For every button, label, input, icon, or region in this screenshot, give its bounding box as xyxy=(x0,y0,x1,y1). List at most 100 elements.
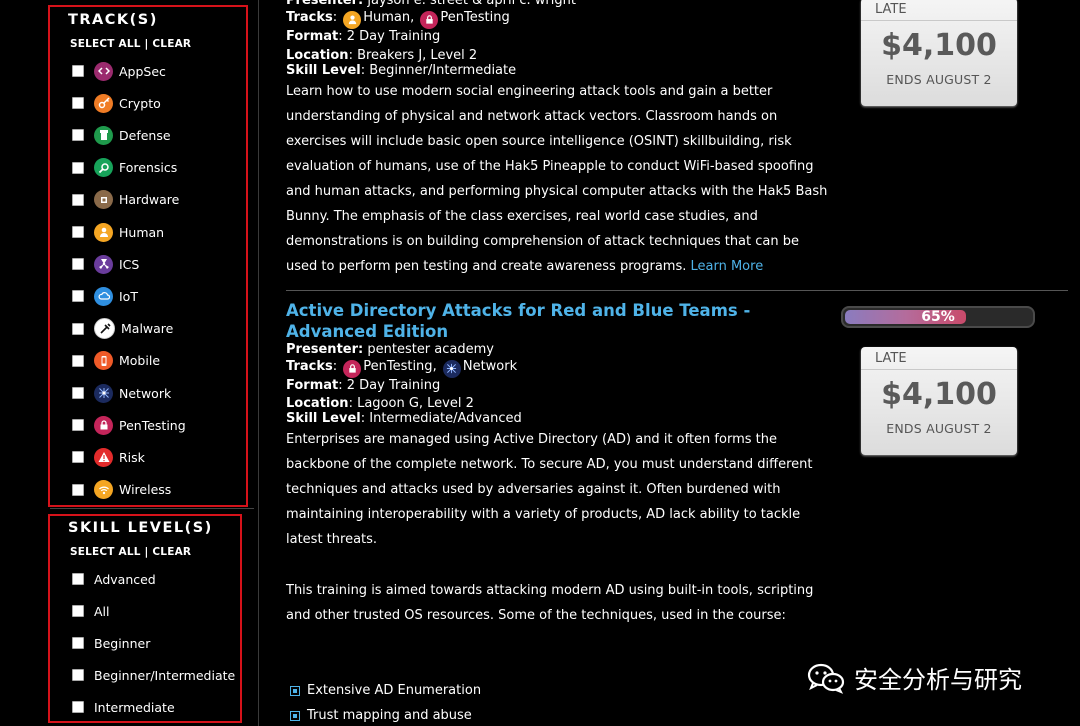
track-filter-crypto[interactable]: Crypto xyxy=(72,91,161,115)
track-label: Malware xyxy=(121,321,174,337)
track-filter-appsec[interactable]: AppSec xyxy=(72,59,166,83)
track-filter-iot[interactable]: IoT xyxy=(72,284,138,308)
lock-icon xyxy=(343,359,362,378)
learn-more-link[interactable]: Learn More xyxy=(691,259,764,274)
tracks-label: Tracks xyxy=(286,10,333,25)
format-value: 2 Day Training xyxy=(346,29,441,44)
location-label: Location xyxy=(286,396,349,411)
checkbox[interactable] xyxy=(72,290,84,303)
skill-select-all-link[interactable]: SELECT ALL xyxy=(70,546,141,558)
track-filter-hardware[interactable]: Hardware xyxy=(72,188,179,212)
track-label: ICS xyxy=(119,256,140,272)
tracks-select-separator: | xyxy=(144,38,149,50)
track-label: Risk xyxy=(119,449,145,465)
checkbox[interactable] xyxy=(72,451,84,464)
course1-presenter-line: Presenter: jayson e. street & april c. w… xyxy=(286,0,576,9)
track-label: Human xyxy=(119,224,165,240)
course2-title-link[interactable]: Active Directory Attacks for Red and Blu… xyxy=(286,300,826,342)
skill-value: Intermediate/Advanced xyxy=(369,411,522,426)
track-filter-risk[interactable]: Risk xyxy=(72,445,145,469)
course1-description: Learn how to use modern social engineeri… xyxy=(286,79,831,279)
phone-icon xyxy=(94,351,113,371)
checkbox[interactable] xyxy=(72,637,84,649)
skill-label: Skill Level xyxy=(286,63,361,78)
checkbox[interactable] xyxy=(72,573,84,585)
watermark-text: 安全分析与研究 xyxy=(854,666,1022,694)
course1-price-card[interactable]: LATE $4,100 ENDS AUGUST 2 xyxy=(861,0,1017,106)
course2-seats-progress: 65% xyxy=(841,306,1035,328)
track-label: Crypto xyxy=(119,95,161,111)
presenter-label: Presenter: xyxy=(286,342,364,357)
course2-track-network[interactable]: Network xyxy=(463,359,517,374)
track-filter-forensics[interactable]: Forensics xyxy=(72,156,177,180)
format-value: 2 Day Training xyxy=(346,378,441,393)
person-icon xyxy=(94,222,113,242)
checkbox[interactable] xyxy=(72,354,84,367)
skill-label: All xyxy=(94,603,110,619)
track-filter-human[interactable]: Human xyxy=(72,220,164,244)
presenter-name: pentester academy xyxy=(367,342,494,357)
track-separator: , xyxy=(410,10,415,25)
course1-location-line: Location: Breakers J, Level 2 xyxy=(286,48,478,63)
skill-filter-item[interactable]: Advanced xyxy=(72,567,156,591)
bullet-icon xyxy=(290,710,300,721)
bullet-icon xyxy=(290,685,300,696)
course2-price-card[interactable]: LATE $4,100 ENDS AUGUST 2 xyxy=(861,347,1017,455)
network-icon xyxy=(94,383,113,403)
checkbox[interactable] xyxy=(72,419,84,432)
checkbox[interactable] xyxy=(72,258,84,271)
checkbox[interactable] xyxy=(72,387,84,399)
skill-clear-link[interactable]: CLEAR xyxy=(152,546,191,558)
format-label: Format xyxy=(286,378,339,393)
tracks-filter-title: TRACK(S) xyxy=(68,12,158,28)
checkbox[interactable] xyxy=(72,129,84,142)
progress-label: 65% xyxy=(921,309,955,325)
checkbox[interactable] xyxy=(72,701,84,713)
track-filter-mobile[interactable]: Mobile xyxy=(72,349,160,373)
checkbox[interactable] xyxy=(72,483,84,496)
track-label: PenTesting xyxy=(119,417,186,433)
tracks-clear-link[interactable]: CLEAR xyxy=(152,38,191,50)
wechat-icon xyxy=(807,663,845,694)
checkbox[interactable] xyxy=(72,322,84,335)
course2-track-pentesting[interactable]: PenTesting xyxy=(363,359,432,374)
checkbox[interactable] xyxy=(72,193,84,206)
network-icon xyxy=(442,359,461,378)
track-filter-network[interactable]: Network xyxy=(72,381,171,405)
tracks-select-row: SELECT ALL | CLEAR xyxy=(70,38,191,50)
tracks-select-all-link[interactable]: SELECT ALL xyxy=(70,38,141,50)
wifi-icon xyxy=(94,480,113,500)
tracks-label: Tracks xyxy=(286,359,333,374)
filter-divider xyxy=(50,508,254,509)
course1-format-line: Format: 2 Day Training xyxy=(286,29,441,44)
course2-description: Enterprises are managed using Active Dir… xyxy=(286,432,813,547)
track-filter-defense[interactable]: Defense xyxy=(72,123,171,147)
skill-filter-item[interactable]: Intermediate xyxy=(72,695,175,719)
key-icon xyxy=(94,93,113,113)
magnifier-icon xyxy=(94,158,113,178)
checkbox[interactable] xyxy=(72,226,84,238)
track-filter-ics[interactable]: ICS xyxy=(72,252,139,276)
skill-filter-item[interactable]: All xyxy=(72,599,110,623)
course1-track-pentesting[interactable]: PenTesting xyxy=(440,10,509,25)
checkbox[interactable] xyxy=(72,605,84,617)
skill-filter-item[interactable]: Beginner/Intermediate xyxy=(72,663,235,687)
price-value: $4,100 xyxy=(881,28,997,63)
skill-filter-item[interactable]: Beginner xyxy=(72,631,150,655)
skill-select-row: SELECT ALL | CLEAR xyxy=(70,546,191,558)
skill-label: Intermediate xyxy=(94,699,175,715)
course1-tracks-line: Tracks: Human, PenTesting xyxy=(286,10,510,29)
checkbox[interactable] xyxy=(72,65,84,77)
lock-icon xyxy=(94,415,113,435)
track-filter-pentesting[interactable]: PenTesting xyxy=(72,413,186,437)
checkbox[interactable] xyxy=(72,161,84,174)
person-icon xyxy=(343,10,362,29)
lock-icon xyxy=(420,10,439,29)
checkbox[interactable] xyxy=(72,97,84,110)
checkbox[interactable] xyxy=(72,669,84,681)
track-filter-malware[interactable]: Malware xyxy=(72,317,173,341)
track-filter-wireless[interactable]: Wireless xyxy=(72,478,171,502)
course2-description-2: This training is aimed towards attacking… xyxy=(286,583,814,623)
bullet-text: Extensive AD Enumeration xyxy=(307,683,482,698)
course1-track-human[interactable]: Human xyxy=(363,10,410,25)
